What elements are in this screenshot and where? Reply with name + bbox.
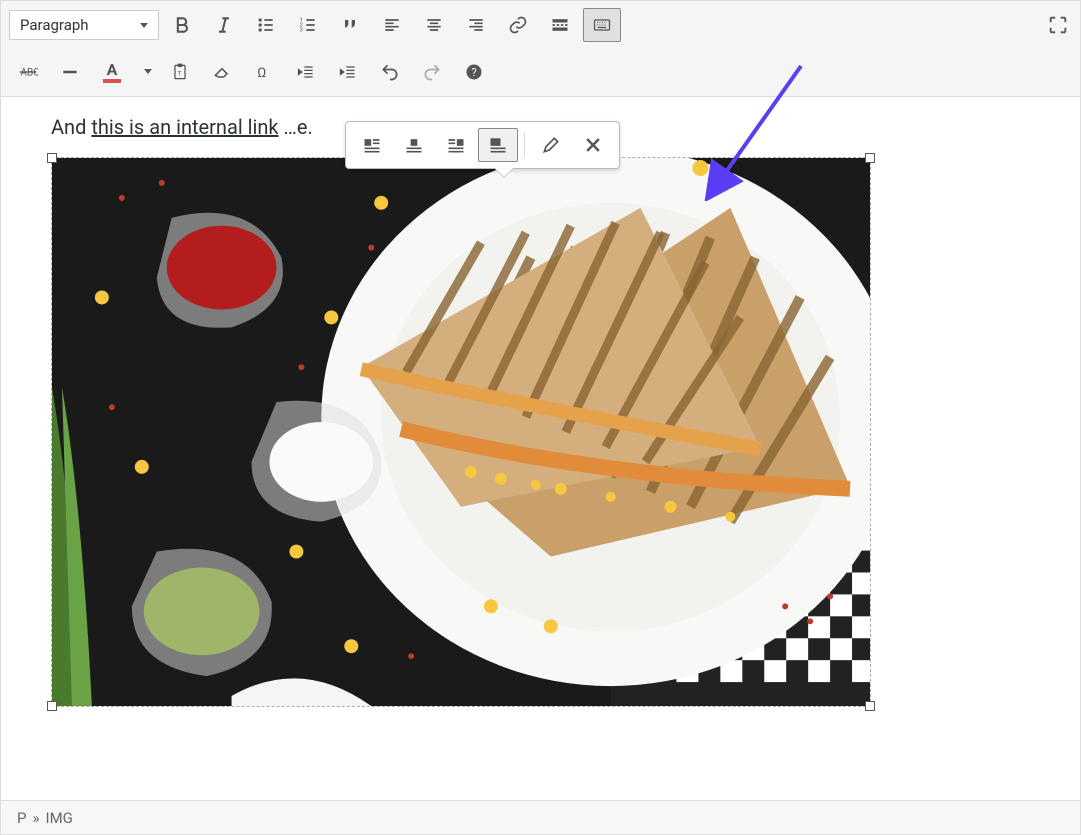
indent-icon [338,62,358,82]
internal-link[interactable]: this is an internal link [91,115,278,139]
fullscreen-icon [1047,14,1069,36]
special-char-button[interactable]: Ω [245,55,283,89]
strikethrough-button[interactable]: ABC [9,55,47,89]
svg-text:T: T [178,69,182,77]
img-align-left-button[interactable] [352,128,392,162]
undo-icon [380,62,400,82]
help-button[interactable]: ? [455,55,493,89]
chevron-down-icon [144,69,152,74]
image-inline-toolbar [345,121,620,169]
redo-icon [422,62,442,82]
classic-editor: Paragraph 123 ABC A T Ω [0,0,1081,835]
eraser-icon [212,62,232,82]
toolbar-row-2: ABC A T Ω ? [9,55,1072,89]
link-icon [508,15,528,35]
align-left-button[interactable] [373,8,411,42]
path-item-img[interactable]: IMG [46,809,73,827]
fullscreen-button[interactable] [1044,11,1072,39]
bullet-list-button[interactable] [247,8,285,42]
blockquote-icon [340,15,360,35]
text-after-link: …e. [279,115,313,139]
resize-handle-tr[interactable] [865,153,875,163]
indent-button[interactable] [329,55,367,89]
svg-text:Ω: Ω [257,66,266,81]
inline-toolbar-separator [524,132,525,158]
help-icon: ? [464,62,484,82]
image-content [52,158,870,706]
toolbar-row-1: Paragraph 123 [9,8,1072,42]
svg-text:3: 3 [300,28,303,34]
svg-text:?: ? [472,66,477,79]
img-remove-button[interactable] [573,128,613,162]
pencil-icon [541,135,561,155]
omega-icon: Ω [254,62,274,82]
readmore-icon [550,15,570,35]
img-align-right-button[interactable] [436,128,476,162]
italic-icon [214,15,234,35]
bullet-list-icon [256,15,276,35]
format-dropdown[interactable]: Paragraph [9,10,159,40]
align-right-icon [466,15,486,35]
img-align-none-icon [488,135,508,155]
undo-button[interactable] [371,55,409,89]
toolbar-toggle-button[interactable] [583,8,621,42]
img-align-center-button[interactable] [394,128,434,162]
bold-button[interactable] [163,8,201,42]
align-left-icon [382,15,402,35]
strikethrough-icon: ABC [18,62,38,82]
italic-button[interactable] [205,8,243,42]
img-align-center-icon [404,135,424,155]
format-dropdown-label: Paragraph [20,16,89,34]
align-center-icon [424,15,444,35]
numbered-list-icon: 123 [298,15,318,35]
bold-icon [172,15,192,35]
paste-text-button[interactable]: T [161,55,199,89]
close-icon [583,135,603,155]
editor-body[interactable]: And this is an internal link …e. [1,97,1080,795]
outdent-button[interactable] [287,55,325,89]
align-right-button[interactable] [457,8,495,42]
editor-toolbar: Paragraph 123 ABC A T Ω [1,1,1080,97]
numbered-list-button[interactable]: 123 [289,8,327,42]
resize-handle-tl[interactable] [47,153,57,163]
path-item-p[interactable]: P [17,809,26,827]
img-edit-button[interactable] [531,128,571,162]
path-separator: » [32,809,39,827]
readmore-button[interactable] [541,8,579,42]
hr-button[interactable] [51,55,89,89]
textcolor-dropdown-button[interactable] [135,55,157,89]
chevron-down-icon [140,23,148,28]
outdent-icon [296,62,316,82]
selected-image[interactable] [51,157,871,707]
clear-format-button[interactable] [203,55,241,89]
status-bar: P » IMG [1,800,1080,834]
img-align-left-icon [362,135,382,155]
img-align-right-icon [446,135,466,155]
clipboard-icon: T [170,62,190,82]
hr-icon [60,62,80,82]
img-align-none-button[interactable] [478,128,518,162]
redo-button[interactable] [413,55,451,89]
textcolor-button[interactable]: A [93,55,131,89]
resize-handle-bl[interactable] [47,701,57,711]
resize-handle-br[interactable] [865,701,875,711]
keyboard-icon [592,15,612,35]
link-button[interactable] [499,8,537,42]
text-before-link: And [51,115,91,139]
blockquote-button[interactable] [331,8,369,42]
align-center-button[interactable] [415,8,453,42]
svg-text:ABC: ABC [21,67,39,78]
textcolor-icon: A [103,60,122,83]
